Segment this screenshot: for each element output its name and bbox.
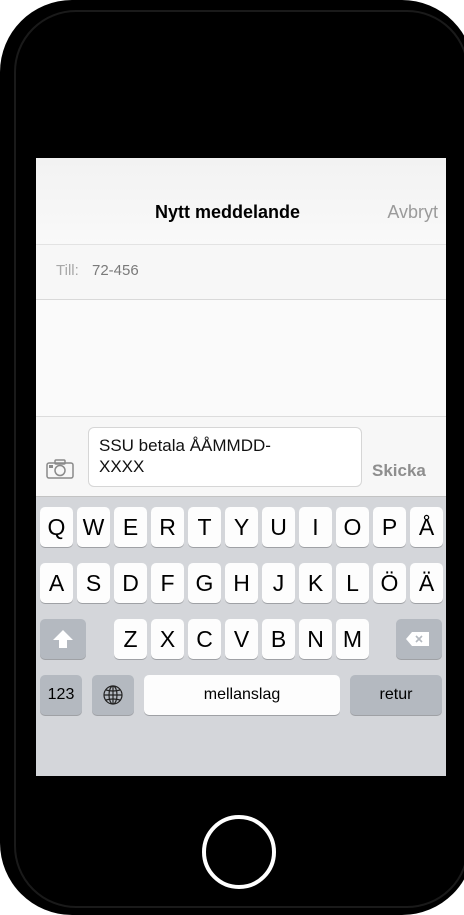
compose-bar: SSU betala ÅÅMMDD- XXXX Skicka (36, 416, 446, 496)
key-o[interactable]: O (336, 507, 369, 547)
key-s[interactable]: S (77, 563, 110, 603)
key-k[interactable]: K (299, 563, 332, 603)
space-key[interactable]: mellanslag (144, 675, 340, 715)
key-e[interactable]: E (114, 507, 147, 547)
numbers-key[interactable]: 123 (40, 675, 82, 715)
backspace-key[interactable] (396, 619, 442, 659)
key-a[interactable]: A (40, 563, 73, 603)
key-z[interactable]: Z (114, 619, 147, 659)
key-r[interactable]: R (151, 507, 184, 547)
backspace-icon (406, 632, 429, 646)
key-u[interactable]: U (262, 507, 295, 547)
globe-icon (103, 685, 123, 705)
key-i[interactable]: I (299, 507, 332, 547)
key-m[interactable]: M (336, 619, 369, 659)
screen: Nytt meddelande Avbryt Till: 72-456 SSU … (36, 158, 446, 776)
key-g[interactable]: G (188, 563, 221, 603)
keyboard: Q W E R T Y U I O P Å A S D F G H J K L … (36, 496, 446, 776)
key-a-umlaut[interactable]: Ä (410, 563, 443, 603)
navigation-bar: Nytt meddelande Avbryt (36, 158, 446, 244)
message-input[interactable]: SSU betala ÅÅMMDD- XXXX (88, 427, 362, 487)
phone-frame: Nytt meddelande Avbryt Till: 72-456 SSU … (0, 0, 464, 915)
key-h[interactable]: H (225, 563, 258, 603)
key-y[interactable]: Y (225, 507, 258, 547)
key-b[interactable]: B (262, 619, 295, 659)
key-t[interactable]: T (188, 507, 221, 547)
key-w[interactable]: W (77, 507, 110, 547)
message-text: SSU betala ÅÅMMDD- XXXX (99, 435, 357, 477)
message-text-line-2: XXXX (99, 457, 145, 476)
send-button[interactable]: Skicka (372, 461, 426, 481)
key-x[interactable]: X (151, 619, 184, 659)
message-thread-area (36, 300, 446, 416)
key-n[interactable]: N (299, 619, 332, 659)
key-f[interactable]: F (151, 563, 184, 603)
key-c[interactable]: C (188, 619, 221, 659)
cancel-button[interactable]: Avbryt (387, 202, 438, 223)
camera-icon[interactable] (46, 459, 74, 479)
recipient-row[interactable]: Till: 72-456 (36, 244, 446, 300)
key-v[interactable]: V (225, 619, 258, 659)
shift-key[interactable] (40, 619, 86, 659)
globe-key[interactable] (92, 675, 134, 715)
key-o-umlaut[interactable]: Ö (373, 563, 406, 603)
key-q[interactable]: Q (40, 507, 73, 547)
key-p[interactable]: P (373, 507, 406, 547)
home-button[interactable] (202, 815, 276, 889)
recipient-value[interactable]: 72-456 (92, 262, 139, 279)
key-j[interactable]: J (262, 563, 295, 603)
key-d[interactable]: D (114, 563, 147, 603)
return-key[interactable]: retur (350, 675, 442, 715)
key-l[interactable]: L (336, 563, 369, 603)
key-a-ring[interactable]: Å (410, 507, 443, 547)
page-title: Nytt meddelande (155, 202, 301, 222)
shift-arrow-icon (53, 630, 73, 648)
recipient-label: Till: (56, 262, 79, 279)
message-text-line-1: SSU betala ÅÅMMDD- (99, 436, 271, 455)
